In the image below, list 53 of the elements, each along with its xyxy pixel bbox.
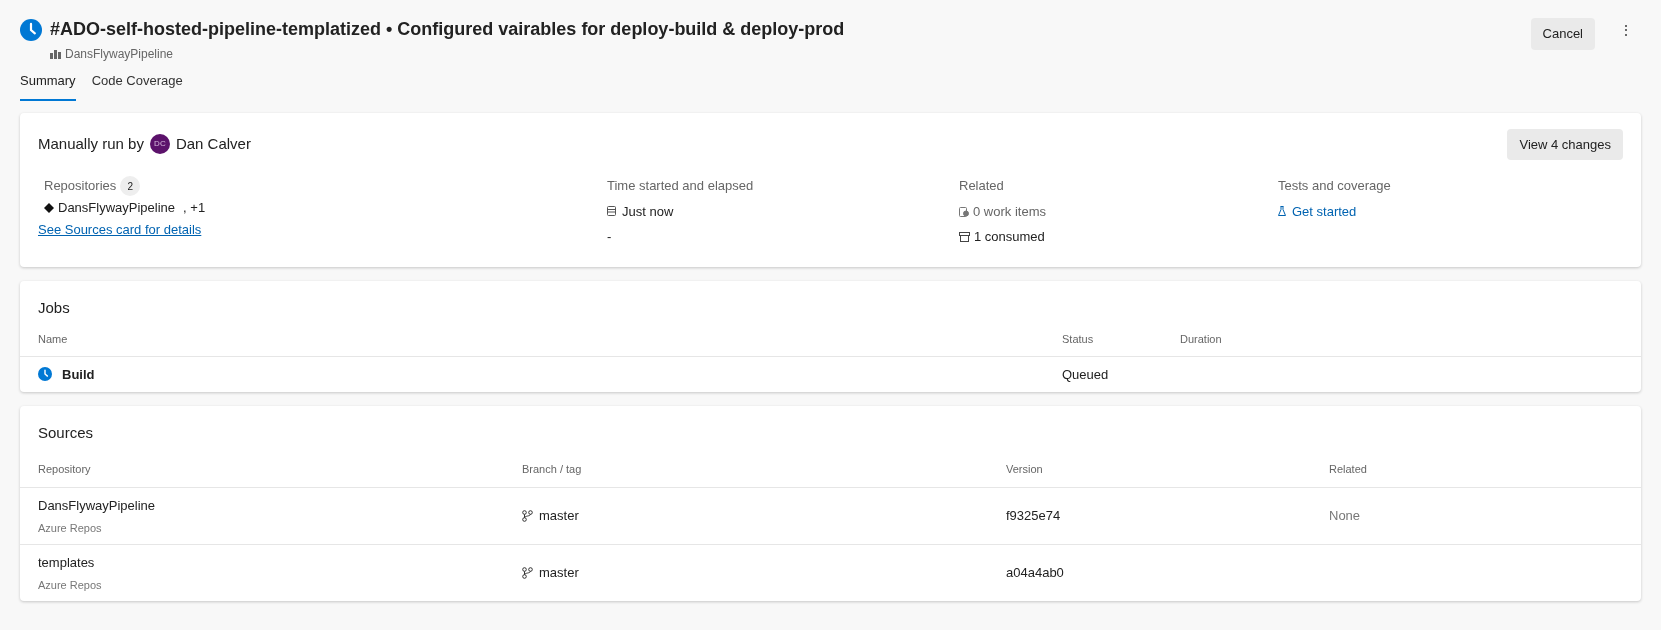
get-started-link[interactable]: Get started	[1292, 201, 1357, 221]
sources-details-link[interactable]: See Sources card for details	[38, 219, 202, 239]
column-header: Related	[1329, 461, 1368, 477]
queued-clock-icon	[38, 367, 52, 382]
column-header: Branch / tag	[522, 461, 583, 477]
column-header: Duration	[1180, 332, 1223, 347]
related-value: None	[1329, 507, 1362, 526]
branch-icon	[522, 510, 533, 522]
cancel-button[interactable]: Cancel	[1530, 18, 1595, 50]
column-header: Repository	[38, 461, 92, 477]
flask-icon	[1278, 206, 1286, 217]
more-options-button[interactable]: ⋮	[1611, 20, 1641, 41]
column-header: Version	[1006, 461, 1044, 477]
time-label: Time started and elapsed	[607, 177, 755, 195]
artifact-icon	[959, 231, 970, 242]
repository-name: DansFlywayPipeline	[38, 497, 157, 515]
repositories-label: Repositories	[44, 177, 117, 196]
pipeline-link[interactable]: DansFlywayPipeline	[65, 45, 174, 63]
more-repositories: , +1	[183, 199, 206, 217]
run-title: #ADO-self-hosted-pipeline-templatized • Configured vairables for deploy-build & deploy-prod	[50, 18, 845, 41]
job-status: Queued	[1062, 365, 1110, 384]
related-label: Related	[959, 177, 1005, 195]
run-by-label: Manually run by	[38, 134, 144, 154]
branch-name: master	[539, 564, 579, 583]
user-name: Dan Calver	[175, 134, 251, 154]
column-header: Name	[38, 332, 69, 347]
branch-name: master	[539, 507, 579, 526]
jobs-title: Jobs	[37, 297, 71, 318]
calendar-icon	[607, 206, 616, 217]
pipeline-icon	[50, 49, 61, 59]
repository-name: templates	[38, 554, 96, 572]
start-time: Just now	[622, 202, 674, 221]
column-header: Status	[1062, 332, 1095, 347]
job-name[interactable]: Build	[62, 364, 95, 384]
queued-clock-icon	[20, 18, 42, 41]
count-badge: 2	[120, 176, 141, 196]
repository-provider: Azure Repos	[38, 520, 103, 536]
branch-icon	[522, 567, 533, 579]
tab[interactable]: Summary	[20, 71, 76, 101]
repository-name: DansFlywayPipeline	[58, 199, 176, 217]
commit-version: f9325e74	[1006, 507, 1062, 526]
tab[interactable]: Code Coverage	[91, 71, 183, 101]
work-items-count: 0 work items	[973, 202, 1046, 221]
repository-provider: Azure Repos	[38, 577, 103, 593]
tests-label: Tests and coverage	[1278, 177, 1392, 195]
sources-title: Sources	[37, 423, 95, 443]
elapsed-time: -	[607, 228, 613, 246]
view-changes-button[interactable]: View 4 changes	[1507, 128, 1623, 160]
commit-version: a04a4ab0	[1006, 564, 1065, 583]
consumed-count: 1 consumed	[974, 228, 1045, 246]
work-item-icon	[959, 205, 969, 217]
user-avatar: DC	[149, 134, 170, 155]
git-icon	[44, 202, 54, 213]
